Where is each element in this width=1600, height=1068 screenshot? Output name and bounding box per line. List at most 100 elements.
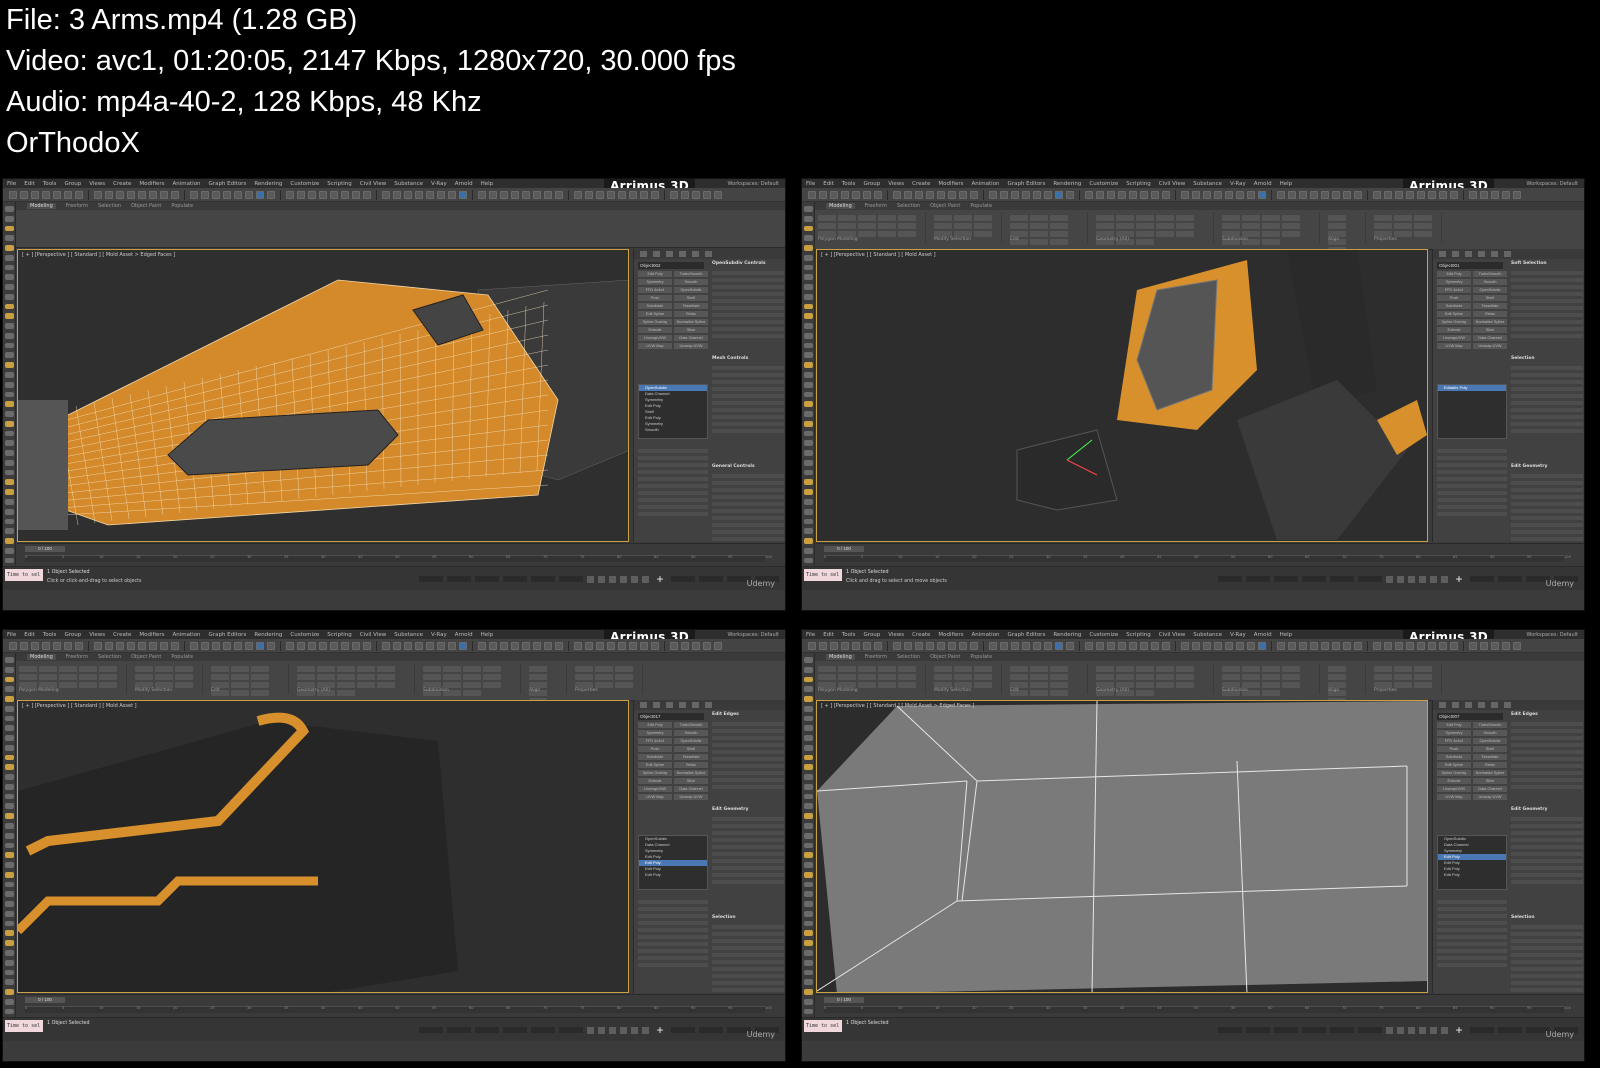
scene-tool-icon[interactable] bbox=[5, 362, 14, 369]
modifier-button[interactable]: Shell bbox=[1473, 295, 1507, 301]
ribbon-button[interactable] bbox=[463, 690, 481, 696]
ribbon-button[interactable] bbox=[231, 690, 249, 696]
ribbon-button[interactable] bbox=[39, 674, 57, 680]
modifier-button[interactable]: UVW Map bbox=[1437, 343, 1471, 349]
ribbon-button[interactable] bbox=[1262, 231, 1280, 237]
toolbar-button-icon[interactable] bbox=[1384, 190, 1392, 199]
ribbon-button[interactable] bbox=[595, 666, 613, 672]
modifier-button[interactable]: Tessellate bbox=[674, 754, 708, 760]
rollout-control[interactable] bbox=[1511, 925, 1583, 929]
modifier-button[interactable]: Subdivide bbox=[638, 303, 672, 309]
ribbon-button[interactable] bbox=[251, 682, 269, 688]
menu-item[interactable]: Civil View bbox=[360, 632, 386, 638]
scene-tool-icon[interactable] bbox=[5, 459, 14, 466]
panel-tab-icon[interactable] bbox=[1465, 702, 1472, 708]
toolbar-button-icon[interactable] bbox=[959, 641, 967, 650]
modifier-button[interactable]: UnwrapUVW bbox=[638, 786, 672, 792]
ribbon-button[interactable] bbox=[1176, 666, 1194, 672]
modifier-button[interactable]: Symmetry bbox=[1437, 730, 1471, 736]
rollout-header[interactable]: OpenSubdiv Controls bbox=[712, 261, 784, 266]
toolbar-button-icon[interactable] bbox=[382, 190, 390, 199]
toolbar-button-icon[interactable] bbox=[308, 641, 316, 650]
ribbon-button[interactable] bbox=[838, 215, 856, 221]
rollout-control[interactable] bbox=[712, 523, 784, 527]
scene-tool-icon[interactable] bbox=[804, 754, 813, 761]
ribbon-button[interactable] bbox=[615, 682, 633, 688]
rollout-control[interactable] bbox=[712, 866, 784, 870]
ribbon-button[interactable] bbox=[1050, 215, 1068, 221]
ribbon-button[interactable] bbox=[1030, 239, 1048, 245]
menu-item[interactable]: Views bbox=[89, 632, 105, 638]
toolbar-button-icon[interactable] bbox=[1022, 190, 1030, 199]
toolbar-button-icon[interactable] bbox=[1502, 641, 1510, 650]
toolbar-button-icon[interactable] bbox=[1428, 190, 1436, 199]
toolbar-button-icon[interactable] bbox=[1247, 190, 1255, 199]
toolbar-button-icon[interactable] bbox=[1491, 641, 1499, 650]
key-field[interactable] bbox=[671, 1027, 695, 1033]
panel-tab-icon[interactable] bbox=[679, 702, 686, 708]
toolbar-button-icon[interactable] bbox=[670, 190, 678, 199]
scene-tool-icon[interactable] bbox=[804, 852, 813, 859]
rollout-control[interactable] bbox=[1511, 974, 1583, 978]
ribbon-button[interactable] bbox=[858, 223, 876, 229]
scene-tool-icon[interactable] bbox=[804, 813, 813, 820]
scene-tool-icon[interactable] bbox=[5, 686, 14, 693]
rollout-control[interactable] bbox=[1511, 334, 1583, 338]
toolbar-button-icon[interactable] bbox=[330, 641, 338, 650]
viewport-label[interactable]: [ + ] [Perspective ] [ Standard ] [ Mold… bbox=[821, 252, 936, 258]
toolbar-button-icon[interactable] bbox=[341, 641, 349, 650]
modifier-button[interactable]: OpenSubdiv bbox=[674, 738, 708, 744]
ribbon-button[interactable] bbox=[1136, 690, 1154, 696]
ribbon-tab[interactable]: Populate bbox=[171, 654, 193, 660]
ribbon-button[interactable] bbox=[1136, 682, 1154, 688]
workspace-label[interactable]: Workspaces: Default bbox=[1527, 181, 1578, 187]
rollout-control[interactable] bbox=[1511, 778, 1583, 782]
modifier-button[interactable]: Relax bbox=[674, 762, 708, 768]
rollout-header[interactable]: Selection bbox=[1511, 356, 1583, 361]
toolbar-button-icon[interactable] bbox=[171, 190, 179, 199]
toolbar-button-icon[interactable] bbox=[437, 641, 445, 650]
scene-tool-icon[interactable] bbox=[804, 254, 813, 261]
coordinate-field[interactable] bbox=[1218, 1027, 1242, 1033]
rollout-control[interactable] bbox=[712, 750, 784, 754]
scene-tool-icon[interactable] bbox=[804, 969, 813, 976]
toolbar-button-icon[interactable] bbox=[1066, 190, 1074, 199]
menu-item[interactable]: Modifiers bbox=[139, 632, 164, 638]
ribbon-button[interactable] bbox=[1010, 215, 1028, 221]
playback-control-icon[interactable] bbox=[1386, 575, 1393, 583]
ribbon-button[interactable] bbox=[251, 674, 269, 680]
scene-tool-icon[interactable] bbox=[5, 518, 14, 525]
ribbon-button[interactable] bbox=[954, 215, 972, 221]
menu-item[interactable]: Graph Editors bbox=[209, 632, 247, 638]
rollout-control[interactable] bbox=[712, 852, 784, 856]
menu-item[interactable]: File bbox=[806, 632, 815, 638]
scene-tool-icon[interactable] bbox=[804, 508, 813, 515]
scene-tool-icon[interactable] bbox=[804, 989, 813, 995]
ribbon-tab[interactable]: Object Paint bbox=[131, 654, 161, 660]
scene-tool-icon[interactable] bbox=[5, 657, 14, 663]
ribbon-button[interactable] bbox=[39, 666, 57, 672]
modifier-button[interactable]: Edit Poly bbox=[1437, 271, 1471, 277]
toolbar-button-icon[interactable] bbox=[607, 190, 615, 199]
rollout-control[interactable] bbox=[1511, 859, 1583, 863]
toolbar-button-icon[interactable] bbox=[448, 641, 456, 650]
rollout-control[interactable] bbox=[1511, 757, 1583, 761]
toolbar-button-icon[interactable] bbox=[970, 190, 978, 199]
timeline[interactable]: 0 / 100 0 5 10 15 20 25 30 35 40 45 50 55 60 65 70 75 80 8… bbox=[816, 994, 1584, 1016]
coordinate-field[interactable] bbox=[1302, 576, 1326, 582]
scene-tool-icon[interactable] bbox=[5, 479, 14, 486]
modifier-button[interactable]: Push bbox=[638, 746, 672, 752]
playback-control-icon[interactable] bbox=[620, 1026, 627, 1034]
scene-tool-icon[interactable] bbox=[5, 450, 14, 456]
menu-item[interactable]: Civil View bbox=[1159, 181, 1185, 187]
scene-tool-icon[interactable] bbox=[5, 754, 14, 761]
ribbon-button[interactable] bbox=[443, 666, 461, 672]
coordinate-field[interactable] bbox=[1246, 576, 1270, 582]
scene-tool-icon[interactable] bbox=[5, 508, 14, 515]
rollout-control[interactable] bbox=[712, 817, 784, 821]
scene-tool-icon[interactable] bbox=[5, 969, 14, 976]
ribbon-button[interactable] bbox=[377, 674, 395, 680]
rollout-control[interactable] bbox=[712, 278, 784, 282]
toolbar-button-icon[interactable] bbox=[1055, 190, 1063, 199]
toolbar-button-icon[interactable] bbox=[382, 641, 390, 650]
